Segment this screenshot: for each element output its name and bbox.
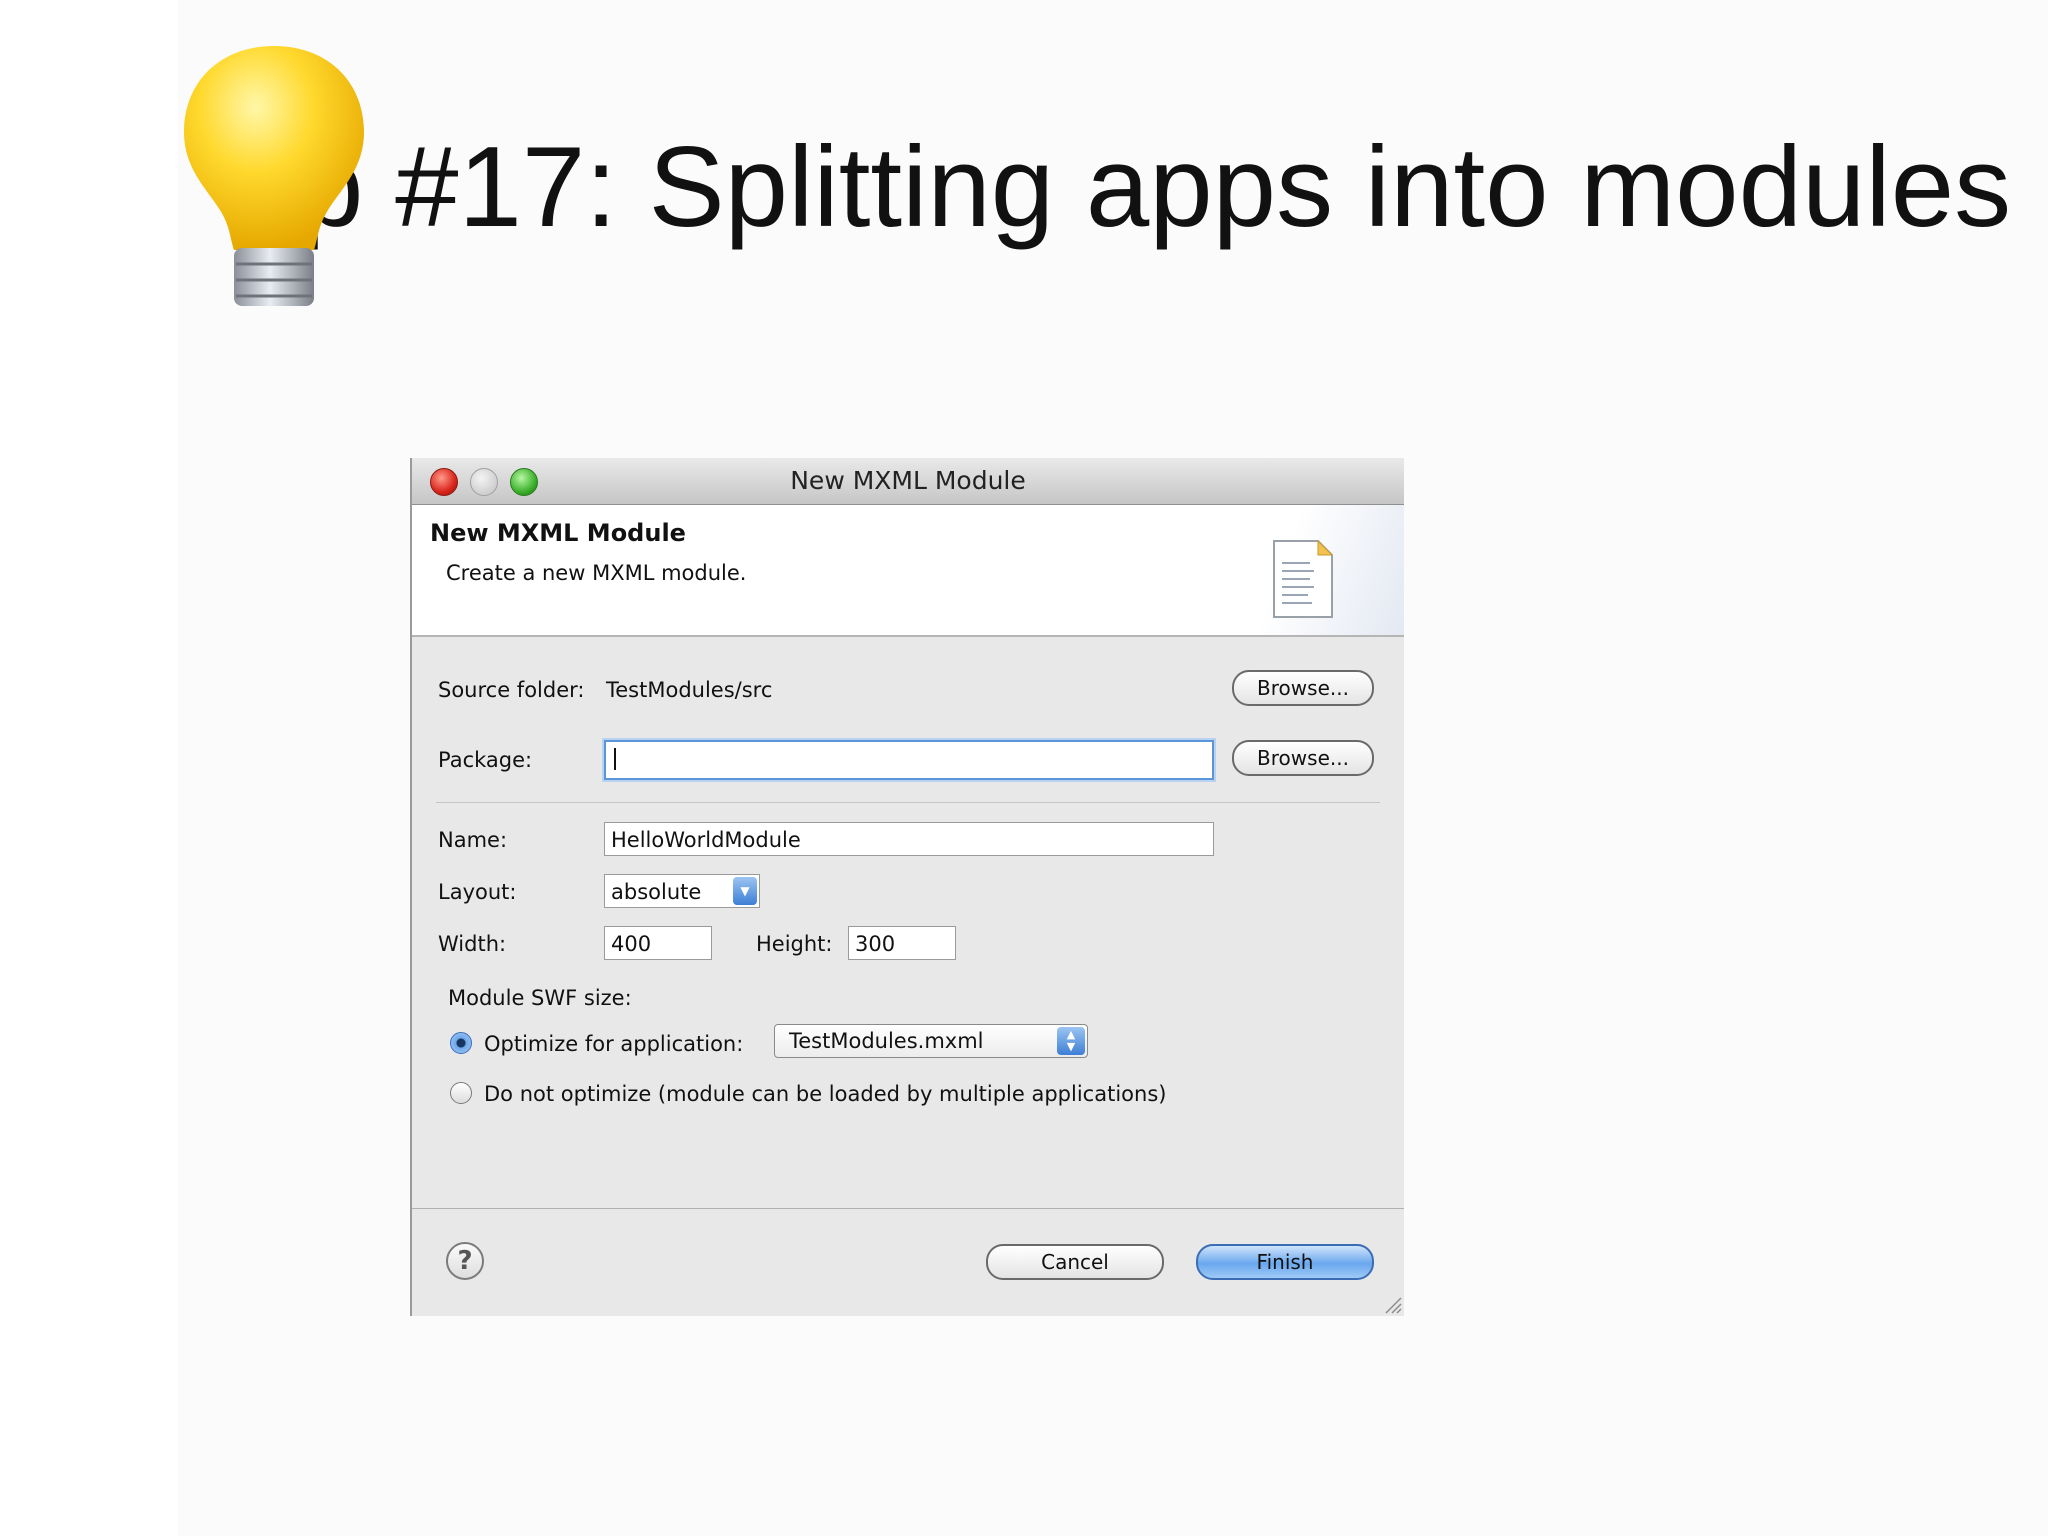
- package-input[interactable]: [604, 740, 1214, 780]
- window-title: New MXML Module: [790, 466, 1026, 495]
- cancel-button[interactable]: Cancel: [986, 1244, 1164, 1280]
- lightbulb-icon: [184, 46, 364, 306]
- document-icon: [1273, 539, 1334, 618]
- optimize-application-value: TestModules.mxml: [789, 1029, 984, 1053]
- optimize-radio[interactable]: [450, 1032, 472, 1054]
- source-folder-browse-button[interactable]: Browse...: [1232, 670, 1374, 706]
- name-input[interactable]: HelloWorldModule: [604, 822, 1214, 856]
- do-not-optimize-radio[interactable]: [450, 1082, 472, 1104]
- chevron-down-icon[interactable]: ▼: [733, 877, 757, 905]
- footer-separator: [412, 1208, 1404, 1209]
- height-input[interactable]: 300: [848, 926, 956, 960]
- source-folder-value: TestModules/src: [606, 678, 773, 702]
- source-folder-label: Source folder:: [438, 678, 585, 702]
- wizard-header-description: Create a new MXML module.: [446, 561, 747, 585]
- layout-label: Layout:: [438, 880, 517, 904]
- resize-grip-icon[interactable]: [1382, 1294, 1402, 1314]
- separator: [436, 802, 1380, 803]
- optimize-label[interactable]: Optimize for application:: [484, 1032, 743, 1056]
- window-titlebar[interactable]: New MXML Module: [412, 458, 1404, 505]
- layout-combo-value: absolute: [611, 880, 702, 904]
- layout-combo[interactable]: absolute ▼: [604, 874, 760, 908]
- package-label: Package:: [438, 748, 533, 772]
- wizard-header-title: New MXML Module: [430, 519, 686, 547]
- name-label: Name:: [438, 828, 508, 852]
- width-input[interactable]: 400: [604, 926, 712, 960]
- help-icon[interactable]: ?: [446, 1242, 484, 1280]
- wizard-header: New MXML Module Create a new MXML module…: [412, 505, 1404, 637]
- new-mxml-module-dialog: New MXML Module New MXML Module Create a…: [410, 458, 1404, 1316]
- optimize-application-select[interactable]: TestModules.mxml ▲ ▼: [774, 1024, 1088, 1058]
- module-swf-size-label: Module SWF size:: [448, 986, 632, 1010]
- height-label: Height:: [756, 932, 833, 956]
- slide-title: p #17: Splitting apps into modules: [300, 124, 2012, 251]
- width-label: Width:: [438, 932, 507, 956]
- do-not-optimize-label[interactable]: Do not optimize (module can be loaded by…: [484, 1082, 1166, 1106]
- up-down-arrows-icon: ▲ ▼: [1057, 1027, 1085, 1055]
- finish-button[interactable]: Finish: [1196, 1244, 1374, 1280]
- package-browse-button[interactable]: Browse...: [1232, 740, 1374, 776]
